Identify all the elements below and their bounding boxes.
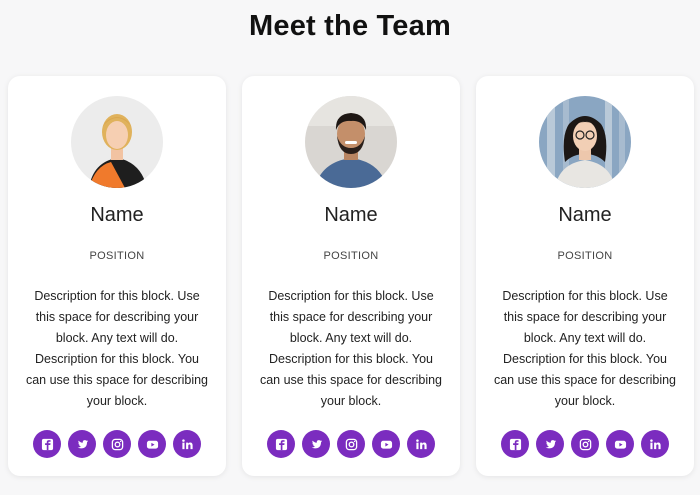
member-description: Description for this block. Use this spa… bbox=[493, 289, 677, 408]
member-position: POSITION bbox=[323, 250, 379, 262]
member-name: Name bbox=[90, 204, 144, 226]
twitter-icon[interactable] bbox=[302, 430, 330, 458]
social-links bbox=[476, 430, 694, 458]
social-links bbox=[8, 430, 226, 458]
member-description: Description for this block. Use this spa… bbox=[25, 289, 209, 408]
team-member-card: Name POSITION Description for this block… bbox=[476, 76, 694, 476]
avatar bbox=[539, 96, 631, 188]
linkedin-icon[interactable] bbox=[641, 430, 669, 458]
avatar bbox=[305, 96, 397, 188]
youtube-icon[interactable] bbox=[138, 430, 166, 458]
instagram-icon[interactable] bbox=[571, 430, 599, 458]
page-title: Meet the Team bbox=[249, 10, 451, 42]
twitter-icon[interactable] bbox=[68, 430, 96, 458]
team-cards: Name POSITION Description for this block… bbox=[8, 76, 694, 476]
man-beard-photo bbox=[305, 96, 397, 188]
instagram-icon[interactable] bbox=[103, 430, 131, 458]
member-position: POSITION bbox=[557, 250, 613, 262]
linkedin-icon[interactable] bbox=[173, 430, 201, 458]
facebook-icon[interactable] bbox=[33, 430, 61, 458]
twitter-icon[interactable] bbox=[536, 430, 564, 458]
instagram-icon[interactable] bbox=[337, 430, 365, 458]
team-member-card: Name POSITION Description for this block… bbox=[8, 76, 226, 476]
social-links bbox=[242, 430, 460, 458]
youtube-icon[interactable] bbox=[606, 430, 634, 458]
youtube-icon[interactable] bbox=[372, 430, 400, 458]
facebook-icon[interactable] bbox=[267, 430, 295, 458]
member-name: Name bbox=[324, 204, 378, 226]
linkedin-icon[interactable] bbox=[407, 430, 435, 458]
team-member-card: Name POSITION Description for this block… bbox=[242, 76, 460, 476]
member-position: POSITION bbox=[89, 250, 145, 262]
woman-glasses-photo bbox=[539, 96, 631, 188]
member-name: Name bbox=[558, 204, 612, 226]
woman-blonde-photo bbox=[71, 96, 163, 188]
avatar bbox=[71, 96, 163, 188]
facebook-icon[interactable] bbox=[501, 430, 529, 458]
member-description: Description for this block. Use this spa… bbox=[259, 289, 443, 408]
